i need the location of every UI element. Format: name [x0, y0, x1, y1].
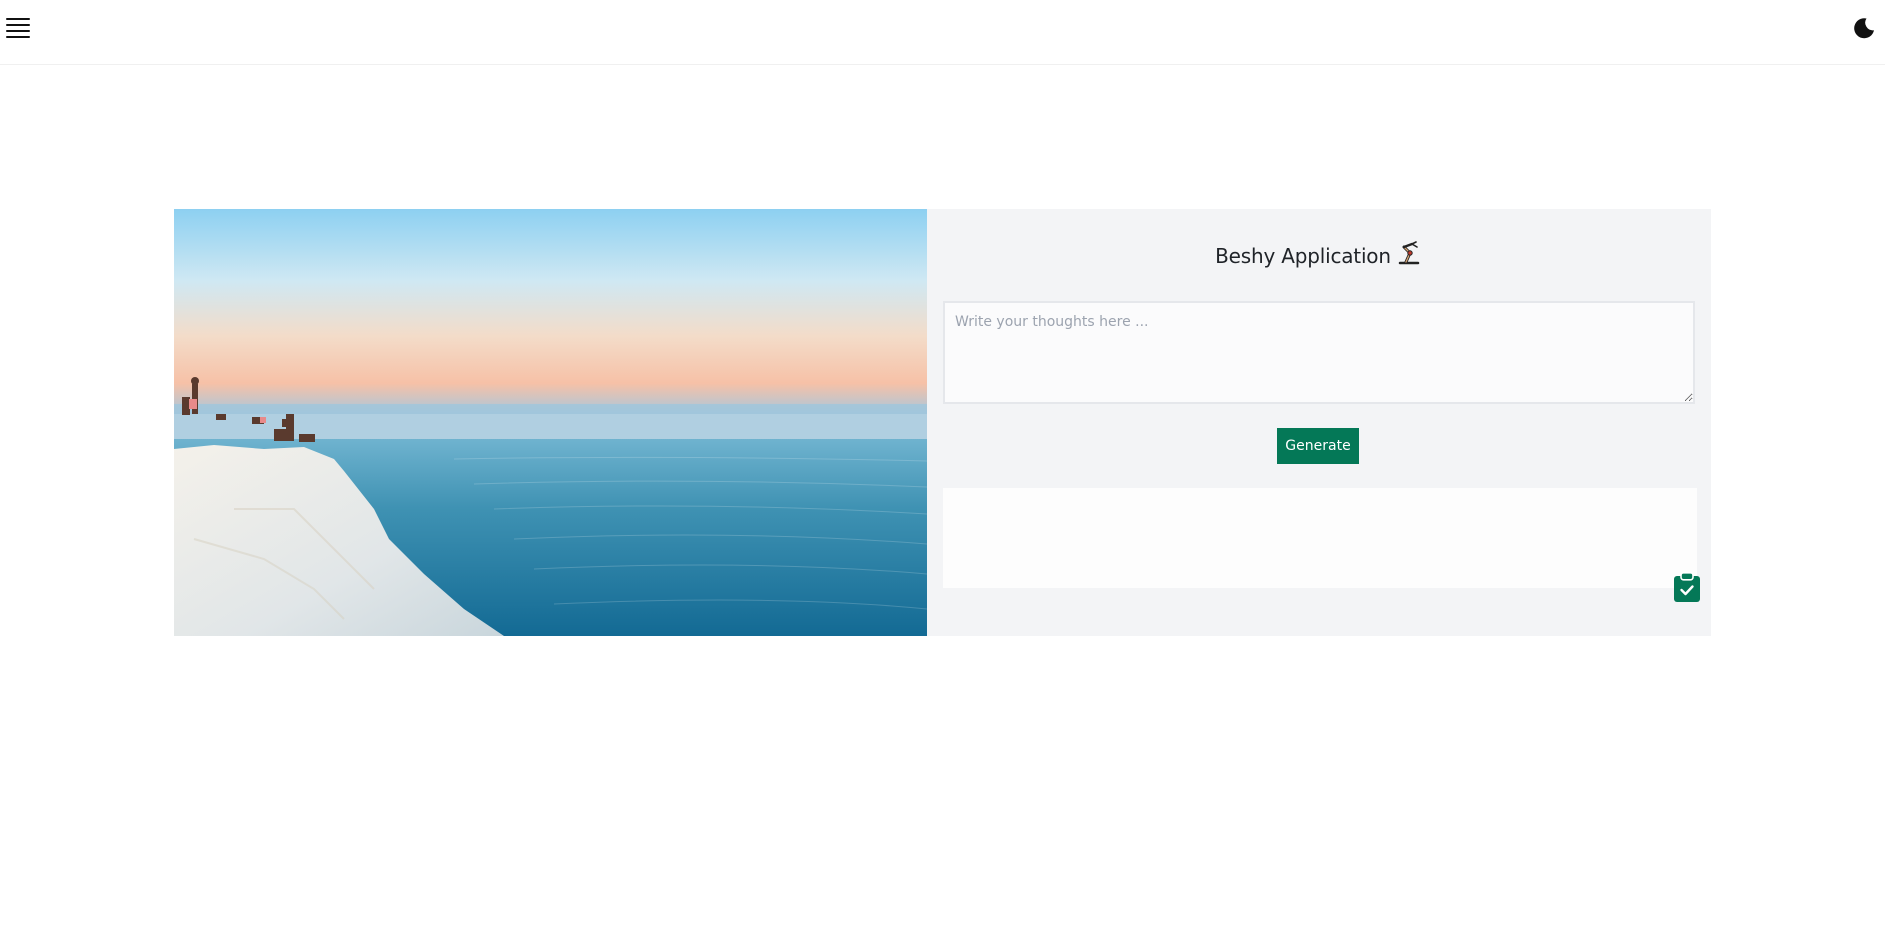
hero-image: [174, 209, 927, 636]
hamburger-menu-icon[interactable]: [6, 18, 30, 40]
main-card: Beshy Application Generate: [174, 209, 1711, 636]
generator-panel: Beshy Application Generate: [927, 209, 1711, 636]
robot-arm-icon: [1397, 241, 1423, 272]
clipboard-check-icon[interactable]: [1673, 572, 1701, 603]
top-navbar: [0, 0, 1885, 65]
thoughts-input[interactable]: [943, 301, 1695, 404]
app-title: Beshy Application: [927, 241, 1711, 272]
generate-button[interactable]: Generate: [1277, 428, 1359, 464]
app-title-text: Beshy Application: [1215, 244, 1391, 268]
output-box: [943, 488, 1697, 588]
moon-icon[interactable]: [1852, 16, 1876, 40]
